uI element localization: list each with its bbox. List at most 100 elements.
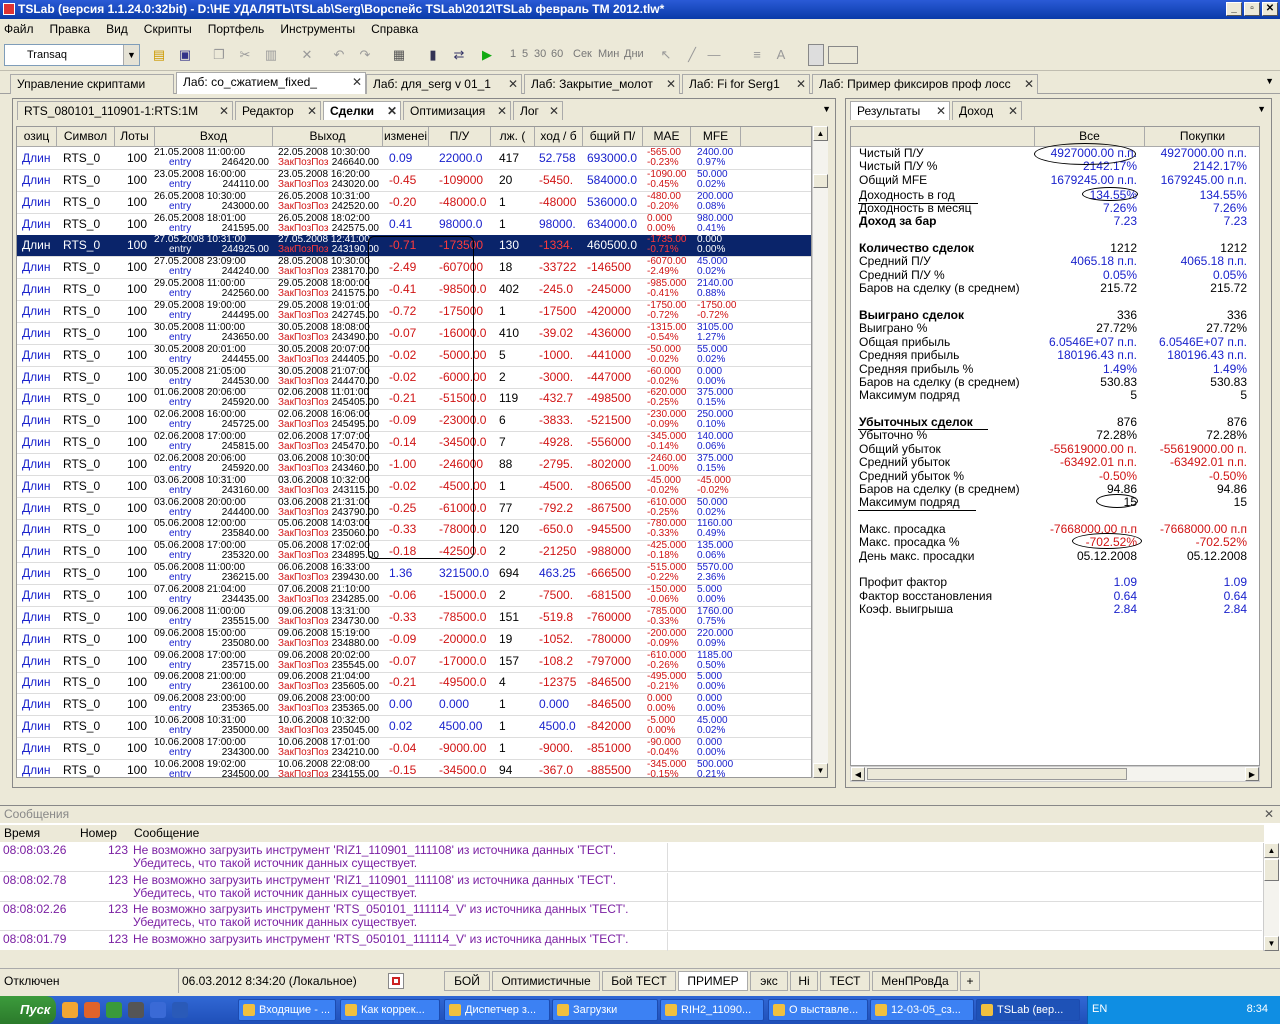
message-row[interactable]: 08:08:02.26 123 Не возможно загрузить инст…	[0, 902, 1262, 931]
chevron-down-icon[interactable]: ▼	[1257, 104, 1266, 114]
message-row[interactable]: 08:08:01.79 123 Не возможно загрузить инст…	[0, 931, 1262, 951]
close-icon[interactable]: ✕	[508, 77, 518, 91]
taskbar-task[interactable]: Загрузки	[552, 999, 658, 1021]
copy-icon[interactable]: ❐	[210, 46, 228, 64]
quick-launch-icon[interactable]	[84, 1002, 100, 1018]
close-icon[interactable]: ✕	[352, 75, 362, 89]
table-row[interactable]: Длин RTS_0 100 05.06.2008 17:00:00 entry 2353…	[17, 541, 811, 564]
table-row[interactable]: Длин RTS_0 100 05.06.2008 11:00:00 entry 2362…	[17, 563, 811, 586]
table-row[interactable]: Длин RTS_0 100 09.06.2008 21:00:00 entry 2361…	[17, 672, 811, 695]
table-row[interactable]: Длин RTS_0 100 27.05.2008 10:31:00 entry 2449…	[17, 235, 811, 258]
menu-item-6[interactable]: Справка	[371, 22, 418, 36]
grid-header-3[interactable]: Вход	[155, 127, 273, 147]
taskbar-task[interactable]: TSLab (вер...	[976, 999, 1080, 1021]
menu-item-3[interactable]: Скрипты	[144, 22, 192, 36]
workspace-tab-5[interactable]: Hi	[790, 971, 818, 991]
scroll-thumb[interactable]	[1264, 859, 1279, 881]
menu-item-2[interactable]: Вид	[106, 22, 128, 36]
table-row[interactable]: Длин RTS_0 100 09.06.2008 17:00:00 entry 2357…	[17, 651, 811, 673]
interval-30[interactable]: 30	[534, 48, 546, 60]
scroll-right-icon[interactable]: ▶	[1245, 767, 1259, 781]
workspace-tab-7[interactable]: МенПРовДа	[872, 971, 958, 991]
line-icon[interactable]: ╱	[683, 46, 701, 64]
table-row[interactable]: Длин RTS_0 100 02.06.2008 16:00:00 entry 2457…	[17, 410, 811, 433]
table-row[interactable]: Длин RTS_0 100 03.06.2008 20:00:00 entry 2444…	[17, 498, 811, 520]
taskbar-task[interactable]: Диспетчер з...	[444, 999, 550, 1021]
table-row[interactable]: Длин RTS_0 100 07.06.2008 21:04:00 entry 2344…	[17, 585, 811, 607]
table-row[interactable]: Длин RTS_0 100 27.05.2008 23:09:00 entry 2442…	[17, 257, 811, 280]
interval-days[interactable]: Дни	[624, 48, 644, 60]
grid-header-4[interactable]: Выход	[273, 127, 383, 147]
menu-item-1[interactable]: Правка	[50, 22, 91, 36]
table-row[interactable]: Длин RTS_0 100 30.05.2008 21:05:00 entry 2445…	[17, 367, 811, 389]
table-row[interactable]: Длин RTS_0 100 09.06.2008 15:00:00 entry 2350…	[17, 629, 811, 651]
scroll-up-icon[interactable]: ▲	[1264, 843, 1279, 858]
cut-icon[interactable]: ✂	[236, 46, 254, 64]
table-row[interactable]: Длин RTS_0 100 26.05.2008 10:30:00 entry 2430…	[17, 192, 811, 214]
workspace-tab-0[interactable]: БОЙ	[444, 971, 490, 991]
close-icon[interactable]: ✕	[387, 104, 397, 118]
provider-combo[interactable]: Transaq ▼	[4, 44, 140, 66]
table-row[interactable]: Длин RTS_0 100 09.06.2008 23:00:00 entry 2353…	[17, 694, 811, 717]
close-icon[interactable]: ✕	[549, 104, 559, 118]
grid-header-8[interactable]: ход / б	[535, 127, 583, 147]
results-header-all[interactable]: Все	[1035, 127, 1145, 147]
minimize-button[interactable]: _	[1226, 2, 1242, 16]
results-header-buys[interactable]: Покупки	[1145, 127, 1259, 147]
chart-icon[interactable]: ▮	[424, 46, 442, 64]
scroll-thumb[interactable]	[867, 768, 1127, 780]
interval-min[interactable]: Мин	[598, 48, 619, 60]
tab-results[interactable]: Результаты ✕	[850, 101, 950, 120]
language-indicator[interactable]: EN	[1092, 1003, 1107, 1015]
close-icon[interactable]: ✕	[1264, 806, 1274, 823]
table-row[interactable]: Длин RTS_0 100 21.05.2008 11:00:00 entry 2464…	[17, 148, 811, 170]
close-icon[interactable]: ✕	[307, 104, 317, 118]
close-button[interactable]: ✕	[1262, 2, 1278, 16]
workspace-tab-6[interactable]: ТЕСТ	[820, 971, 870, 991]
table-row[interactable]: Длин RTS_0 100 10.06.2008 19:02:00 entry 2345…	[17, 760, 811, 777]
quick-launch-icon[interactable]	[172, 1002, 188, 1018]
interval-sec[interactable]: Сек	[573, 48, 592, 60]
workspace-tab-3[interactable]: ПРИМЕР	[678, 971, 748, 991]
close-icon[interactable]: ✕	[936, 104, 946, 118]
close-icon[interactable]: ✕	[497, 104, 507, 118]
table-row[interactable]: Длин RTS_0 100 26.05.2008 18:01:00 entry 2415…	[17, 214, 811, 236]
scroll-down-icon[interactable]: ▼	[813, 763, 828, 778]
tab-trades[interactable]: Сделки ✕	[323, 101, 401, 120]
table-row[interactable]: Длин RTS_0 100 30.05.2008 20:01:00 entry 2444…	[17, 345, 811, 367]
scroll-thumb[interactable]	[813, 174, 828, 188]
close-icon[interactable]: ✕	[666, 77, 676, 91]
tab-script-manager[interactable]: Управление скриптами	[10, 74, 174, 94]
taskbar-task[interactable]: Как коррек...	[340, 999, 440, 1021]
grid-header-2[interactable]: Лоты	[115, 127, 155, 147]
tab-chart[interactable]: RTS_080101_110901-1:RTS:1M ✕	[17, 101, 233, 120]
quick-launch-icon[interactable]	[62, 1002, 78, 1018]
table-row[interactable]: Длин RTS_0 100 01.06.2008 20:06:00 entry 2459…	[17, 388, 811, 411]
table-row[interactable]: Длин RTS_0 100 29.05.2008 11:00:00 entry 2425…	[17, 279, 811, 302]
table-row[interactable]: Длин RTS_0 100 02.06.2008 20:06:00 entry 2459…	[17, 454, 811, 476]
tab-log[interactable]: Лог ✕	[513, 101, 563, 120]
col-time[interactable]: Время	[0, 825, 78, 842]
workspace-tab-4[interactable]: экс	[750, 971, 788, 991]
quick-launch-icon[interactable]	[106, 1002, 122, 1018]
menu-item-4[interactable]: Портфель	[208, 22, 265, 36]
scroll-left-icon[interactable]: ◀	[851, 767, 865, 781]
quick-launch-icon[interactable]	[150, 1002, 166, 1018]
scroll-down-icon[interactable]: ▼	[1264, 936, 1279, 951]
chevron-down-icon[interactable]: ▼	[1265, 76, 1274, 86]
tab-lab-compress[interactable]: Лаб: со_сжатием_fixed_ ✕	[176, 72, 366, 94]
menu-item-0[interactable]: Файл	[4, 22, 34, 36]
tab-optimization[interactable]: Оптимизация ✕	[403, 101, 511, 120]
undo-icon[interactable]: ↶	[330, 46, 348, 64]
delete-icon[interactable]: ✕	[298, 46, 316, 64]
paste-icon[interactable]: ▥	[262, 46, 280, 64]
workspace-tab-1[interactable]: Оптимистичные	[492, 971, 600, 991]
grid-header-1[interactable]: Символ	[57, 127, 115, 147]
table-row[interactable]: Длин RTS_0 100 09.06.2008 11:00:00 entry 2355…	[17, 607, 811, 629]
close-icon[interactable]: ✕	[219, 104, 229, 118]
tab-lab-fixed-profit[interactable]: Лаб: Пример фиксиров проф лосс ✕	[812, 74, 1038, 94]
record-icon[interactable]	[388, 973, 404, 989]
cursor-icon[interactable]: ↖	[657, 46, 675, 64]
menu-item-5[interactable]: Инструменты	[280, 22, 355, 36]
table-row[interactable]: Длин RTS_0 100 10.06.2008 17:00:00 entry 2343…	[17, 738, 811, 760]
